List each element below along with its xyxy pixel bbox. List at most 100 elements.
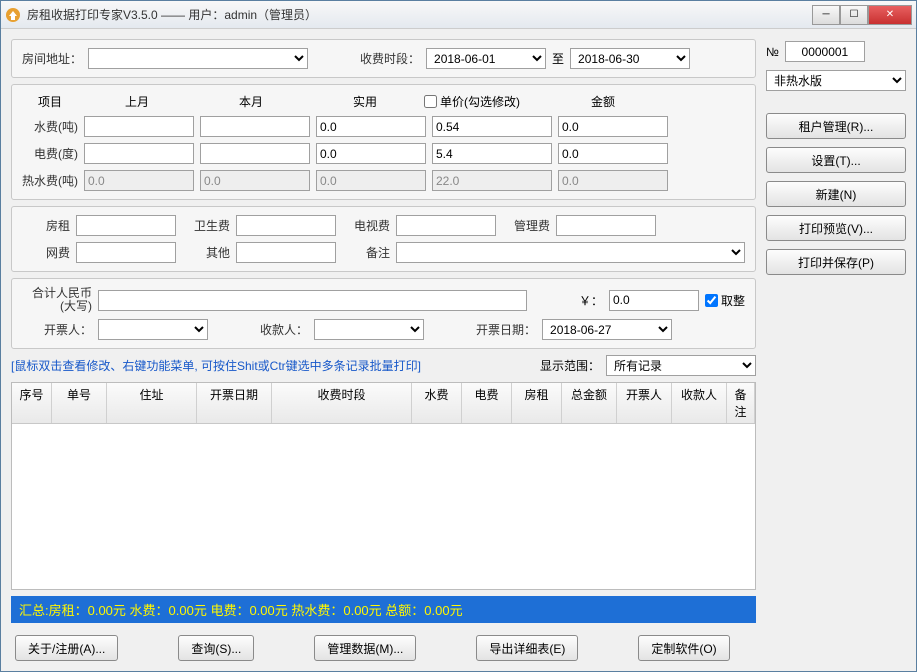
hot-usage	[316, 170, 426, 191]
net-label: 网费	[22, 244, 70, 261]
close-button[interactable]: ✕	[868, 5, 912, 25]
price-edit-checkbox[interactable]	[424, 95, 437, 108]
minimize-button[interactable]: ─	[812, 5, 840, 25]
clean-label: 卫生费	[182, 217, 230, 234]
total-value[interactable]	[609, 290, 699, 311]
elec-this[interactable]	[200, 143, 310, 164]
water-this[interactable]	[200, 116, 310, 137]
elec-usage[interactable]	[316, 143, 426, 164]
window-buttons: ─ ☐ ✕	[812, 5, 912, 25]
water-label: 水费(吨)	[22, 118, 78, 135]
hot-label: 热水费(吨)	[22, 172, 78, 189]
scope-label: 显示范围：	[540, 357, 600, 374]
issuer-label: 开票人：	[22, 321, 92, 338]
th-issuer: 开票人	[617, 383, 672, 423]
bottom-buttons: 关于/注册(A)... 查询(S)... 管理数据(M)... 导出详细表(E)…	[11, 629, 756, 661]
content-area: 房间地址： 收费时段： 2018-06-01 至 2018-06-30 项目 上…	[1, 29, 916, 671]
issuer-select[interactable]	[98, 319, 208, 340]
address-select[interactable]	[88, 48, 308, 69]
th-seq: 序号	[12, 383, 52, 423]
elec-label: 电费(度)	[22, 145, 78, 162]
number-label: №	[766, 45, 779, 59]
hot-price	[432, 170, 552, 191]
col-project: 项目	[22, 93, 78, 110]
total-panel: 合计人民币(大写) ￥： 取整 开票人： 收款人： 开票日期： 2018-06-…	[11, 278, 756, 349]
new-button[interactable]: 新建(N)	[766, 181, 906, 207]
elec-amount[interactable]	[558, 143, 668, 164]
number-input[interactable]	[785, 41, 865, 62]
tv-input[interactable]	[396, 215, 496, 236]
col-amount: 金额	[548, 93, 658, 110]
th-rent: 房租	[512, 383, 562, 423]
th-payee: 收款人	[672, 383, 727, 423]
water-amount[interactable]	[558, 116, 668, 137]
titlebar: 房租收据打印专家V3.5.0 —— 用户：admin（管理员） ─ ☐ ✕	[1, 1, 916, 29]
round-label: 取整	[721, 292, 745, 309]
th-total: 总金额	[562, 383, 617, 423]
total-cn-input[interactable]	[98, 290, 527, 311]
summary-bar: 汇总:房租：0.00元 水费：0.00元 电费：0.00元 热水费：0.00元 …	[11, 596, 756, 623]
round-checkbox[interactable]	[705, 294, 718, 307]
col-this: 本月	[196, 93, 306, 110]
table-body	[12, 424, 755, 589]
remark-label: 备注	[342, 244, 390, 261]
app-icon	[5, 7, 21, 23]
hot-this	[200, 170, 310, 191]
remark-select[interactable]	[396, 242, 745, 263]
period-label: 收费时段：	[360, 50, 420, 67]
elec-price[interactable]	[432, 143, 552, 164]
manage-input[interactable]	[556, 215, 656, 236]
th-addr: 住址	[107, 383, 197, 423]
net-input[interactable]	[76, 242, 176, 263]
about-button[interactable]: 关于/注册(A)...	[15, 635, 118, 661]
main-column: 房间地址： 收费时段： 2018-06-01 至 2018-06-30 项目 上…	[11, 39, 756, 661]
clean-input[interactable]	[236, 215, 336, 236]
scope-select[interactable]: 所有记录	[606, 355, 756, 376]
table-header: 序号 单号 住址 开票日期 收费时段 水费 电费 房租 总金额 开票人 收款人 …	[12, 383, 755, 424]
hot-amount	[558, 170, 668, 191]
other-input[interactable]	[236, 242, 336, 263]
meter-panel: 项目 上月 本月 实用 单价(勾选修改) 金额 水费(吨) 电费(度)	[11, 84, 756, 200]
records-table[interactable]: 序号 单号 住址 开票日期 收费时段 水费 电费 房租 总金额 开票人 收款人 …	[11, 382, 756, 590]
rent-label: 房租	[22, 217, 70, 234]
col-price: 单价(勾选修改)	[440, 93, 520, 110]
issue-date-label: 开票日期：	[476, 321, 536, 338]
print-save-button[interactable]: 打印并保存(P)	[766, 249, 906, 275]
hot-last	[84, 170, 194, 191]
th-period: 收费时段	[272, 383, 412, 423]
rent-input[interactable]	[76, 215, 176, 236]
custom-software-button[interactable]: 定制软件(O)	[638, 635, 729, 661]
yen-label: ￥：	[579, 292, 603, 309]
fees-panel: 房租 卫生费 电视费 管理费 网费 其他 备注	[11, 206, 756, 272]
hint-text: [鼠标双击查看修改、右键功能菜单, 可按住Shit或Ctr键选中多条记录批量打印…	[11, 355, 421, 376]
payee-label: 收款人：	[260, 321, 308, 338]
th-date: 开票日期	[197, 383, 272, 423]
side-column: № 非热水版 租户管理(R)... 设置(T)... 新建(N) 打印预览(V)…	[766, 39, 906, 661]
period-from[interactable]: 2018-06-01	[426, 48, 546, 69]
payee-select[interactable]	[314, 319, 424, 340]
water-usage[interactable]	[316, 116, 426, 137]
window-title: 房租收据打印专家V3.5.0 —— 用户：admin（管理员）	[27, 6, 812, 23]
water-last[interactable]	[84, 116, 194, 137]
settings-button[interactable]: 设置(T)...	[766, 147, 906, 173]
tv-label: 电视费	[342, 217, 390, 234]
total-cn-label: 合计人民币(大写)	[22, 287, 92, 313]
elec-last[interactable]	[84, 143, 194, 164]
maximize-button[interactable]: ☐	[840, 5, 868, 25]
other-label: 其他	[182, 244, 230, 261]
col-usage: 实用	[310, 93, 420, 110]
issue-date-select[interactable]: 2018-06-27	[542, 319, 672, 340]
number-box: №	[766, 41, 906, 62]
th-no: 单号	[52, 383, 107, 423]
water-price[interactable]	[432, 116, 552, 137]
tenant-manage-button[interactable]: 租户管理(R)...	[766, 113, 906, 139]
period-to-label: 至	[552, 50, 564, 67]
print-preview-button[interactable]: 打印预览(V)...	[766, 215, 906, 241]
version-select[interactable]: 非热水版	[766, 70, 906, 91]
th-water: 水费	[412, 383, 462, 423]
export-button[interactable]: 导出详细表(E)	[476, 635, 578, 661]
query-button[interactable]: 查询(S)...	[178, 635, 254, 661]
period-to[interactable]: 2018-06-30	[570, 48, 690, 69]
manage-label: 管理费	[502, 217, 550, 234]
manage-data-button[interactable]: 管理数据(M)...	[314, 635, 416, 661]
